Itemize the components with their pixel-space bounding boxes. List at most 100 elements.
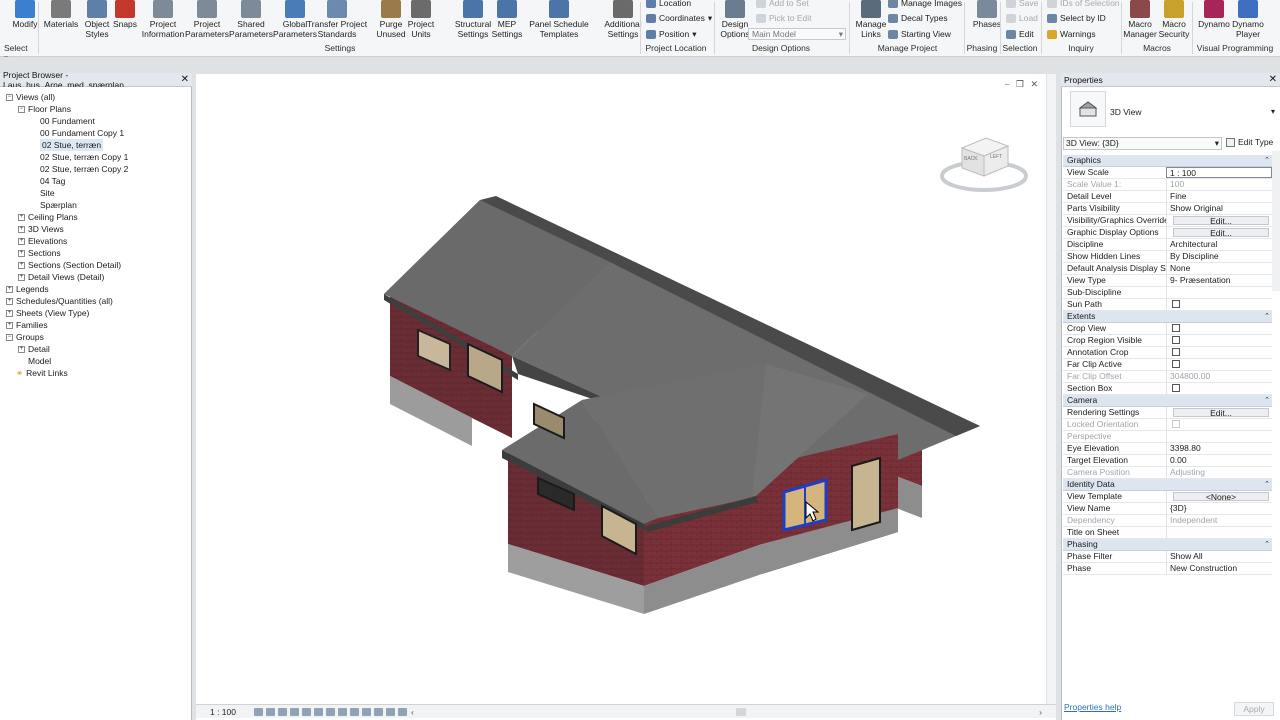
property-checkbox[interactable] (1166, 323, 1272, 334)
shadows-icon[interactable] (290, 707, 299, 716)
project-units-button[interactable]: Project Units (402, 0, 440, 39)
checkbox[interactable] (1172, 384, 1180, 392)
collapse-icon[interactable]: − (6, 333, 13, 341)
chevron-right-icon[interactable]: › (1039, 707, 1042, 717)
property-checkbox[interactable] (1166, 335, 1272, 346)
chevron-left-icon[interactable]: ‹ (411, 707, 414, 717)
collapse-icon[interactable]: ⌃ (1264, 395, 1270, 406)
save-selection-button[interactable]: Save (1006, 0, 1038, 9)
warnings-button[interactable]: Warnings (1047, 28, 1096, 40)
detail-level-icon[interactable] (254, 707, 263, 716)
temporary-hide-icon[interactable] (350, 707, 359, 716)
tree-item[interactable]: 04 Tag (30, 175, 65, 187)
transfer-standards-button[interactable]: Transfer Project Standards (306, 0, 368, 39)
collapse-icon[interactable]: − (18, 105, 25, 113)
expand-icon[interactable]: + (18, 345, 25, 353)
manage-images-button[interactable]: Manage Images (888, 0, 962, 9)
property-value[interactable]: Show All (1166, 551, 1272, 562)
expand-icon[interactable]: + (18, 249, 25, 257)
checkbox[interactable] (1172, 360, 1180, 368)
tree-item[interactable]: Spærplan (30, 199, 77, 211)
constraints-icon[interactable] (398, 707, 407, 716)
tree-item[interactable]: 00 Fundament (30, 115, 95, 127)
analysis-icon[interactable] (386, 707, 395, 716)
design-option-select[interactable]: Main Model ▾ (748, 28, 846, 40)
property-value[interactable] (1166, 287, 1272, 298)
tree-item[interactable]: 02 Stue, terræn Copy 2 (30, 163, 128, 175)
property-section[interactable]: Extents ⌃ (1063, 311, 1272, 323)
location-button[interactable]: Location (646, 0, 691, 9)
tree-item[interactable]: + Families (6, 319, 48, 331)
property-value[interactable]: None (1166, 263, 1272, 274)
apply-button[interactable]: Apply (1234, 702, 1274, 716)
property-checkbox[interactable] (1166, 383, 1272, 394)
collapse-icon[interactable]: ⌃ (1264, 155, 1270, 166)
visual-style-icon[interactable] (266, 707, 275, 716)
vertical-scrollbar[interactable] (1046, 74, 1056, 704)
property-section[interactable]: Identity Data ⌃ (1063, 479, 1272, 491)
property-button-cell[interactable]: Edit... (1166, 227, 1272, 238)
expand-icon[interactable]: + (18, 225, 25, 233)
property-button-cell[interactable]: Edit... (1166, 407, 1272, 418)
viewcube[interactable]: BACK LEFT (940, 132, 1028, 194)
property-value[interactable]: Show Original (1166, 203, 1272, 214)
tree-item[interactable]: + Sections (Section Detail) (18, 259, 121, 271)
property-button-cell[interactable]: Edit... (1166, 215, 1272, 226)
reveal-hidden-icon[interactable] (362, 707, 371, 716)
property-value[interactable]: Architectural (1166, 239, 1272, 250)
expand-icon[interactable]: + (6, 309, 13, 317)
tree-item[interactable]: Site (30, 187, 55, 199)
position-button[interactable]: Position ▾ (646, 28, 697, 40)
collapse-icon[interactable]: ⌃ (1264, 311, 1270, 322)
coordinates-button[interactable]: Coordinates ▾ (646, 12, 712, 24)
properties-help-link[interactable]: Properties help (1064, 702, 1121, 712)
close-icon[interactable]: ✕ (1269, 73, 1277, 87)
edit-button[interactable]: Edit... (1173, 228, 1269, 237)
expand-icon[interactable]: + (6, 321, 13, 329)
property-checkbox[interactable] (1166, 347, 1272, 358)
property-value[interactable]: 3398.80 (1166, 443, 1272, 454)
worksharing-icon[interactable] (374, 707, 383, 716)
expand-icon[interactable]: + (18, 273, 25, 281)
tree-item[interactable]: 00 Fundament Copy 1 (30, 127, 124, 139)
collapse-icon[interactable]: ⌃ (1264, 539, 1270, 550)
edit-type-button[interactable]: Edit Type (1226, 137, 1273, 147)
property-checkbox[interactable] (1166, 299, 1272, 310)
tree-item[interactable]: 02 Stue, terræn Copy 1 (30, 151, 128, 163)
render-icon[interactable] (302, 707, 311, 716)
property-section[interactable]: Phasing ⌃ (1063, 539, 1272, 551)
tree-item[interactable]: +3D Views (18, 223, 64, 235)
instance-selector[interactable]: 3D View: {3D} ▾ (1063, 137, 1222, 150)
tree-item[interactable]: − Views (all) (6, 91, 55, 103)
crop-region-icon[interactable] (326, 707, 335, 716)
tree-item[interactable]: + Elevations (18, 235, 67, 247)
expand-icon[interactable]: + (6, 297, 13, 305)
pick-to-edit-button[interactable]: Pick to Edit (756, 12, 812, 24)
property-section[interactable]: Graphics ⌃ (1063, 155, 1272, 167)
macro-security-button[interactable]: Macro Security (1158, 0, 1190, 39)
property-value[interactable]: Fine (1166, 191, 1272, 202)
tree-item[interactable]: + Detail (18, 343, 50, 355)
tree-item[interactable]: + Sections (18, 247, 61, 259)
sun-path-icon[interactable] (278, 707, 287, 716)
tree-item[interactable]: + Legends (6, 283, 49, 295)
materials-button[interactable]: Materials (42, 0, 80, 29)
property-value[interactable]: By Discipline (1166, 251, 1272, 262)
collapse-icon[interactable]: ⌃ (1264, 479, 1270, 490)
expand-icon[interactable]: + (6, 285, 13, 293)
dynamo-player-button[interactable]: Dynamo Player (1232, 0, 1264, 39)
property-button-cell[interactable]: <None> (1166, 491, 1272, 502)
properties-scrollbar[interactable] (1272, 151, 1280, 291)
starting-view-button[interactable]: Starting View (888, 28, 951, 40)
close-icon[interactable]: ✕ (181, 73, 189, 87)
edit-button[interactable]: Edit... (1173, 408, 1269, 417)
expand-icon[interactable]: + (18, 261, 25, 269)
edit-button[interactable]: <None> (1173, 492, 1269, 501)
collapse-icon[interactable]: − (6, 93, 13, 101)
property-value[interactable]: 1 : 100 (1166, 167, 1272, 178)
horizontal-scroll-thumb[interactable] (736, 708, 746, 716)
3d-viewport[interactable]: ⎯ ❐ ✕ BACK LEFT (196, 74, 1056, 720)
checkbox[interactable] (1172, 348, 1180, 356)
property-value[interactable]: New Construction (1166, 563, 1272, 574)
property-value[interactable]: 0.00 (1166, 455, 1272, 466)
